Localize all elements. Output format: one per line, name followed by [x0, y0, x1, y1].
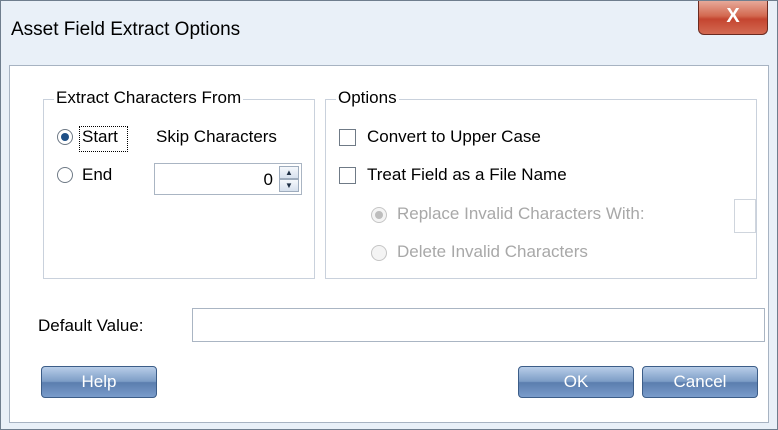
help-button[interactable]: Help: [41, 366, 157, 398]
delete-invalid-radio[interactable]: [371, 245, 387, 261]
start-label[interactable]: Start: [82, 127, 118, 147]
default-value-label: Default Value:: [38, 316, 144, 335]
start-radio[interactable]: [57, 129, 73, 145]
convert-upper-checkbox[interactable]: [339, 129, 356, 146]
dialog-window: Asset Field Extract Options X Extract Ch…: [0, 0, 778, 430]
delete-invalid-label[interactable]: Delete Invalid Characters: [397, 242, 588, 262]
options-legend: Options: [336, 88, 399, 108]
end-label[interactable]: End: [82, 165, 112, 185]
replace-char-field[interactable]: [734, 199, 756, 233]
skip-characters-stepper[interactable]: 0 ▲ ▼: [154, 163, 302, 195]
extract-characters-legend: Extract Characters From: [54, 88, 244, 108]
end-radio[interactable]: [57, 167, 73, 183]
title-bar[interactable]: Asset Field Extract Options X: [1, 1, 777, 63]
treat-file-checkbox[interactable]: [339, 167, 356, 184]
skip-characters-value[interactable]: 0: [264, 170, 273, 190]
skip-characters-label: Skip Characters: [156, 127, 277, 146]
options-group: Options Convert to Upper Case Treat Fiel…: [325, 88, 757, 279]
dialog-client-area: Extract Characters From Start End Skip C…: [9, 65, 769, 423]
replace-invalid-radio[interactable]: [371, 207, 387, 223]
extract-characters-group: Extract Characters From Start End Skip C…: [43, 88, 315, 279]
close-button[interactable]: X: [698, 1, 768, 35]
spin-arrows[interactable]: ▲ ▼: [279, 166, 299, 192]
convert-upper-label[interactable]: Convert to Upper Case: [367, 127, 541, 147]
cancel-button[interactable]: Cancel: [642, 366, 758, 398]
spin-up-icon[interactable]: ▲: [279, 166, 299, 179]
default-value-field[interactable]: [192, 308, 765, 342]
dialog-title: Asset Field Extract Options: [11, 19, 241, 40]
treat-file-label[interactable]: Treat Field as a File Name: [367, 165, 567, 185]
ok-button[interactable]: OK: [518, 366, 634, 398]
replace-invalid-label[interactable]: Replace Invalid Characters With:: [397, 204, 645, 224]
spin-down-icon[interactable]: ▼: [279, 179, 299, 192]
